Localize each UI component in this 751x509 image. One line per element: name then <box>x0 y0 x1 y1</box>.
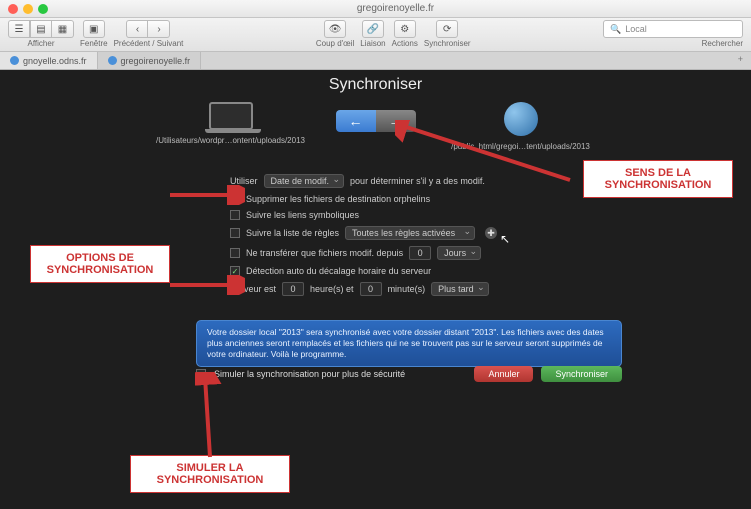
label-simulate: Simuler la synchronisation pour plus de … <box>214 369 405 379</box>
globe-icon <box>108 56 117 65</box>
minimize-window-button[interactable] <box>23 4 33 14</box>
laptop-icon <box>209 102 253 130</box>
toolbar-label-afficher: Afficher <box>28 39 55 48</box>
input-minutes[interactable]: 0 <box>360 282 382 296</box>
select-rules[interactable]: Toutes les règles activées <box>345 226 475 240</box>
label-minutes: minute(s) <box>388 284 426 294</box>
view-columns-button[interactable]: ▤ <box>30 20 52 38</box>
toolbar-label-actions: Actions <box>392 39 418 48</box>
panel-title: Synchroniser <box>329 76 422 94</box>
label-symlinks: Suivre les liens symboliques <box>246 210 359 220</box>
window-title: gregoirenoyelle.fr <box>48 3 743 14</box>
sync-summary: Votre dossier local "2013" sera synchron… <box>196 320 622 367</box>
check-simulate[interactable] <box>196 369 206 379</box>
tab-bar: gnoyelle.odns.fr gregoirenoyelle.fr + <box>0 52 751 70</box>
input-hours[interactable]: 0 <box>282 282 304 296</box>
label-hours: heure(s) et <box>310 284 354 294</box>
label-delete-orphans: Supprimer les fichiers de destination or… <box>246 194 430 204</box>
zoom-window-button[interactable] <box>38 4 48 14</box>
local-path: /Utilisateurs/wordpr…ontent/uploads/2013 <box>131 136 331 145</box>
label-utiliser: Utiliser <box>230 176 258 186</box>
toolbar-label-coup: Coup d'œil <box>316 39 354 48</box>
label-rules: Suivre la liste de règles <box>246 228 339 238</box>
callout-simuler: SIMULER LA SYNCHRONISATION <box>130 455 290 493</box>
add-rule-button[interactable]: ✚ <box>485 227 497 239</box>
cancel-button[interactable]: Annuler <box>474 366 533 382</box>
callout-options: OPTIONS DE SYNCHRONISATION <box>30 245 170 283</box>
window-button[interactable]: ▣ <box>83 20 105 38</box>
toolbar-label-fenetre: Fenêtre <box>80 39 108 48</box>
tab-label: gnoyelle.odns.fr <box>23 56 87 66</box>
toolbar-label-search: Rechercher <box>702 39 743 48</box>
check-rules[interactable] <box>230 228 240 238</box>
synchronize-button[interactable]: Synchroniser <box>541 366 622 382</box>
select-compare-by[interactable]: Date de modif. <box>264 174 345 188</box>
actions-button[interactable]: ⚙ <box>394 20 416 38</box>
toolbar: ☰ ▤ ▦ Afficher ▣ Fenêtre ‹ › Précédent /… <box>0 18 751 52</box>
view-list-button[interactable]: ☰ <box>8 20 30 38</box>
globe-icon <box>10 56 19 65</box>
cursor-icon: ↖ <box>500 232 510 246</box>
new-tab-button[interactable]: + <box>730 52 751 69</box>
check-delete-orphans[interactable] <box>230 194 240 204</box>
globe-icon <box>504 102 538 136</box>
close-window-button[interactable] <box>8 4 18 14</box>
input-since-value[interactable]: 0 <box>409 246 431 260</box>
label-auto-offset: Détection auto du décalage horaire du se… <box>246 266 431 276</box>
tab-label: gregoirenoyelle.fr <box>121 56 191 66</box>
forward-button[interactable]: › <box>148 20 170 38</box>
sync-options: Utiliser Date de modif. pour déterminer … <box>230 174 560 302</box>
tab-gregoirenoyelle[interactable]: gregoirenoyelle.fr <box>98 52 202 69</box>
tab-gnoyelle[interactable]: gnoyelle.odns.fr <box>0 52 98 69</box>
callout-sens: SENS DE LA SYNCHRONISATION <box>583 160 733 198</box>
check-auto-offset[interactable] <box>230 266 240 276</box>
label-modified-since: Ne transférer que fichiers modif. depuis <box>246 248 403 258</box>
toolbar-label-liaison: Liaison <box>360 39 385 48</box>
quicklook-button[interactable]: 👁 <box>324 20 347 38</box>
remote-path: /public_html/gregoi…tent/uploads/2013 <box>421 142 621 151</box>
label-utiliser-suffix: pour déterminer s'il y a des modif. <box>350 176 485 186</box>
back-button[interactable]: ‹ <box>126 20 148 38</box>
search-icon: 🔍 <box>610 24 621 35</box>
view-thumb-button[interactable]: ▦ <box>52 20 74 38</box>
select-since-unit[interactable]: Jours <box>437 246 481 260</box>
search-scope: Local <box>625 24 647 34</box>
check-modified-since[interactable] <box>230 248 240 258</box>
link-button[interactable]: 🔗 <box>362 20 384 38</box>
check-follow-symlinks[interactable] <box>230 210 240 220</box>
toolbar-label-sync: Synchroniser <box>424 39 471 48</box>
sync-button[interactable]: ⟳ <box>436 20 458 38</box>
titlebar: gregoirenoyelle.fr <box>0 0 751 18</box>
select-offset-dir[interactable]: Plus tard <box>431 282 489 296</box>
label-server-offset: Serveur est <box>230 284 276 294</box>
sync-panel: Synchroniser ← → /Utilisateurs/wordpr…on… <box>0 70 751 509</box>
search-input[interactable]: 🔍 Local <box>603 20 743 38</box>
toolbar-label-nav: Précédent / Suivant <box>114 39 184 48</box>
traffic-lights <box>8 4 48 14</box>
